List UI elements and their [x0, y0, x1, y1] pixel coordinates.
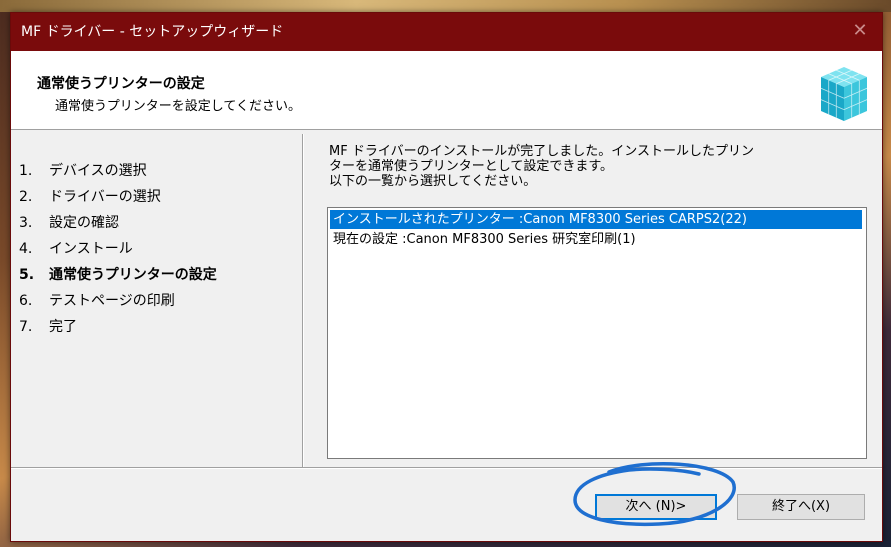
list-item[interactable]: 現在の設定 :Canon MF8300 Series 研究室印刷(1) [330, 230, 636, 249]
step-item: 4. インストール [19, 241, 133, 257]
list-item[interactable]: インストールされたプリンター :Canon MF8300 Series CARP… [330, 210, 862, 229]
step-item: 2. ドライバーの選択 [19, 189, 161, 205]
step-list: 1. デバイスの選択 2. ドライバーの選択 3. 設定の確認 4. インストール 5.… [11, 130, 301, 467]
step-item: 6. テストページの印刷 [19, 293, 175, 309]
title-bar[interactable]: MF ドライバー - セットアップウィザード ✕ [11, 13, 882, 51]
page-title: 通常使うプリンターの設定 [37, 76, 205, 92]
instruction-text: MF ドライバーのインストールが完了しました。インストールしたプリン ターを通常… [329, 144, 755, 189]
hand-drawn-circle-annotation [573, 461, 736, 527]
step-item: 7. 完了 [19, 319, 77, 335]
step-item: 1. デバイスの選択 [19, 163, 147, 179]
close-icon[interactable]: ✕ [850, 21, 870, 41]
wizard-header: 通常使うプリンターの設定 通常使うプリンターを設定してください。 [11, 51, 882, 130]
cube-stack-icon [820, 67, 868, 121]
finish-button[interactable]: 終了へ(X) [737, 494, 865, 520]
setup-wizard-window: MF ドライバー - セットアップウィザード ✕ 通常使うプリンターの設定 通常… [10, 12, 883, 542]
step-item: 3. 設定の確認 [19, 215, 119, 231]
step-item-current: 5. 通常使うプリンターの設定 [19, 267, 217, 283]
printer-listbox[interactable]: インストールされたプリンター :Canon MF8300 Series CARP… [327, 207, 867, 459]
footer-divider [11, 467, 882, 469]
window-title: MF ドライバー - セットアップウィザード [21, 24, 284, 40]
desktop-wallpaper [0, 0, 891, 12]
vertical-divider [302, 134, 304, 467]
page-subtitle: 通常使うプリンターを設定してください。 [55, 99, 301, 114]
wizard-body: 1. デバイスの選択 2. ドライバーの選択 3. 設定の確認 4. インストール 5.… [11, 130, 882, 467]
